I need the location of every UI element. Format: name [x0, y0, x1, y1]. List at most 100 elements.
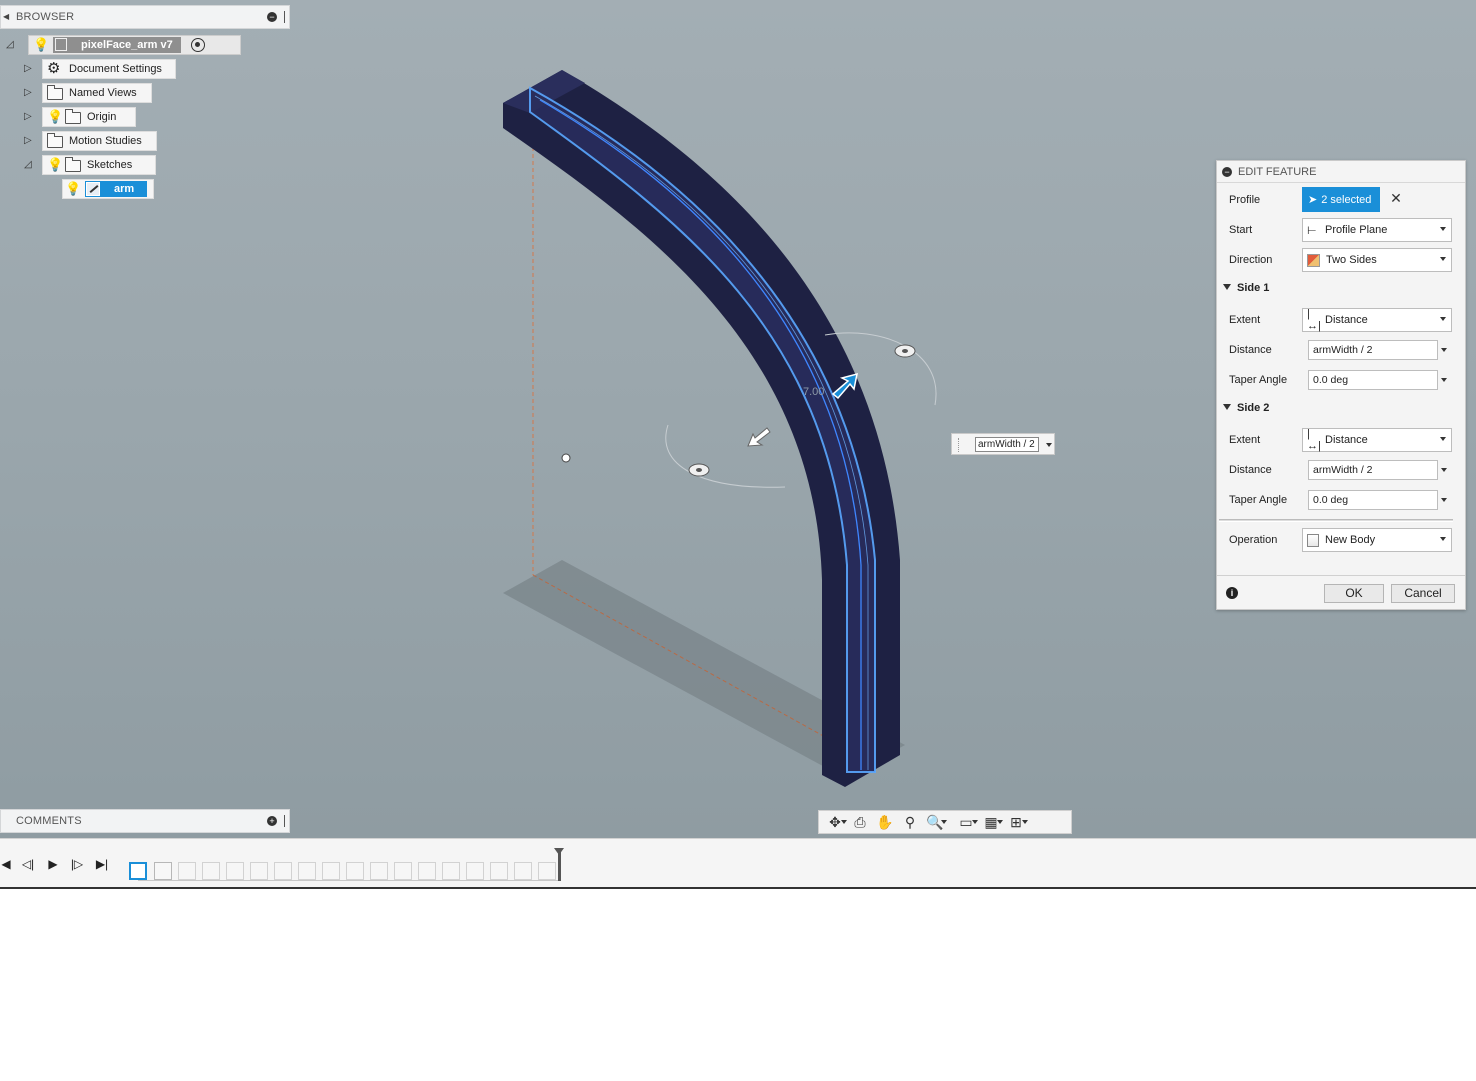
comments-header[interactable]: COMMENTS +: [0, 809, 290, 833]
add-comment-icon[interactable]: +: [267, 816, 277, 826]
play-icon[interactable]: ▶: [45, 856, 61, 872]
tree-root[interactable]: ◿ 💡 pixelFace_arm v7: [6, 35, 241, 55]
start-select[interactable]: ⊢ Profile Plane: [1302, 218, 1452, 242]
expand-triangle-icon[interactable]: ▷: [24, 135, 36, 147]
side1-taper-input[interactable]: 0.0 deg: [1308, 370, 1438, 390]
side2-taper-input[interactable]: 0.0 deg: [1308, 490, 1438, 510]
ok-button[interactable]: OK: [1324, 584, 1384, 603]
visibility-bulb-icon[interactable]: 💡: [47, 109, 63, 125]
collapse-section-icon[interactable]: [1223, 404, 1231, 410]
collapse-section-icon[interactable]: [1223, 284, 1231, 290]
side2-extent-select[interactable]: |↔| Distance: [1302, 428, 1452, 452]
visibility-bulb-icon[interactable]: 💡: [47, 157, 63, 173]
sketch-point[interactable]: [561, 453, 571, 463]
tree-item-sketches[interactable]: ◿ 💡 Sketches: [24, 155, 156, 175]
visibility-bulb-icon[interactable]: 💡: [65, 181, 81, 197]
side1-distance-row: Distance armWidth / 2: [1217, 336, 1467, 364]
side2-section-header[interactable]: Side 2: [1217, 396, 1467, 424]
folder-icon: [47, 133, 63, 148]
direction-value: Two Sides: [1326, 254, 1377, 266]
panel-grip-icon[interactable]: [284, 11, 286, 23]
root-component-label: pixelFace_arm v7: [81, 39, 173, 51]
side1-section-header[interactable]: Side 1: [1217, 276, 1467, 304]
browser-title: BROWSER: [16, 11, 75, 23]
dropdown-caret-icon[interactable]: [1441, 468, 1447, 472]
clear-selection-icon[interactable]: ✕: [1389, 191, 1403, 205]
display-settings-button[interactable]: ▭: [954, 812, 978, 832]
side2-title: Side 2: [1237, 402, 1270, 414]
activate-radio-icon[interactable]: [191, 38, 205, 52]
collapse-triangle-icon[interactable]: ◿: [6, 39, 18, 51]
direction-row: Direction Two Sides: [1217, 246, 1467, 274]
browser-header[interactable]: ◀ BROWSER −: [0, 5, 290, 29]
dialog-header[interactable]: − EDIT FEATURE: [1217, 161, 1465, 183]
dialog-divider: [1219, 519, 1453, 522]
panel-grip-icon[interactable]: [284, 815, 286, 827]
expand-triangle-icon[interactable]: ▷: [24, 87, 36, 99]
pan-button[interactable]: ✋: [873, 812, 897, 832]
go-to-start-icon[interactable]: ◀: [0, 856, 14, 872]
zoom-button[interactable]: ⚲: [898, 812, 922, 832]
cancel-button[interactable]: Cancel: [1391, 584, 1455, 603]
tree-item-label: Origin: [87, 111, 117, 123]
dropdown-caret-icon: [1440, 227, 1446, 231]
drag-grip-icon[interactable]: [958, 438, 960, 452]
folder-icon: [65, 157, 81, 172]
side2-arrow-handle[interactable]: [747, 427, 771, 447]
dropdown-caret-icon[interactable]: [1046, 443, 1052, 447]
orbit-button[interactable]: ✥: [823, 812, 847, 832]
step-forward-icon[interactable]: |▷: [69, 856, 85, 872]
3d-viewport[interactable]: 7.00 ◀ BROWSER − ◿ 💡 pixelFace_arm v7 ▷ …: [0, 0, 1476, 838]
direction-select[interactable]: Two Sides: [1302, 248, 1452, 272]
collapse-arrow-icon[interactable]: ◀: [3, 12, 9, 21]
visibility-bulb-icon[interactable]: 💡: [33, 37, 49, 53]
collapse-triangle-icon[interactable]: ◿: [24, 159, 36, 171]
info-icon[interactable]: i: [1226, 587, 1238, 599]
dimension-input-box[interactable]: armWidth / 2: [951, 433, 1055, 455]
profile-selection-button[interactable]: ➤ 2 selected: [1302, 187, 1380, 212]
operation-select[interactable]: New Body: [1302, 528, 1452, 552]
viewports-button[interactable]: ⊞: [1004, 812, 1028, 832]
timeline-track[interactable]: [128, 847, 568, 883]
dimension-input-field[interactable]: armWidth / 2: [975, 437, 1039, 452]
angle-handle[interactable]: [688, 463, 710, 477]
grid-button[interactable]: ▦: [979, 812, 1003, 832]
dropdown-caret-icon[interactable]: [1441, 348, 1447, 352]
side2-extent-label: Extent: [1229, 434, 1261, 446]
tree-item-label: Motion Studies: [69, 135, 142, 147]
side1-extent-select[interactable]: |↔| Distance: [1302, 308, 1452, 332]
tree-item-label: Named Views: [69, 87, 137, 99]
sketch-label: arm: [114, 183, 135, 195]
sketch-icon: [86, 182, 100, 196]
expand-triangle-icon[interactable]: ▷: [24, 111, 36, 123]
tree-item-motion-studies[interactable]: ▷ Motion Studies: [24, 131, 157, 151]
dimension-ghost-label: 7.00: [803, 386, 824, 398]
side1-distance-input[interactable]: armWidth / 2: [1308, 340, 1438, 360]
display-monitor-icon: ▭: [959, 813, 973, 830]
expand-triangle-icon[interactable]: ▷: [24, 63, 36, 75]
side1-title: Side 1: [1237, 282, 1270, 294]
navigation-toolbar: ✥ ⎙ ✋ ⚲ 🔍 ▭ ▦ ⊞: [818, 810, 1072, 834]
collapse-dialog-icon[interactable]: −: [1222, 166, 1232, 177]
timeline-marker-handle[interactable]: [554, 848, 564, 881]
tree-item-origin[interactable]: ▷ 💡 Origin: [24, 107, 136, 127]
dialog-footer-divider: [1217, 575, 1465, 576]
tree-item-document-settings[interactable]: ▷ ⚙ Document Settings: [24, 59, 176, 79]
look-at-button[interactable]: ⎙: [848, 812, 872, 832]
fusion-app: 7.00 ◀ BROWSER − ◿ 💡 pixelFace_arm v7 ▷ …: [0, 0, 1476, 1081]
side2-extent-value: Distance: [1325, 434, 1368, 446]
minimize-icon[interactable]: −: [267, 12, 277, 22]
fit-button[interactable]: 🔍: [923, 812, 947, 832]
go-to-end-icon[interactable]: ▶|: [94, 856, 110, 872]
angle-handle[interactable]: [894, 344, 916, 358]
folder-icon: [47, 85, 63, 100]
tree-item-sketch-arm[interactable]: 💡 arm: [62, 179, 154, 199]
dropdown-caret-icon[interactable]: [1441, 378, 1447, 382]
gear-icon: ⚙: [47, 60, 61, 77]
dialog-title: EDIT FEATURE: [1238, 165, 1317, 178]
step-back-icon[interactable]: ◁|: [20, 856, 36, 872]
look-at-icon: ⎙: [854, 813, 866, 830]
dropdown-caret-icon[interactable]: [1441, 498, 1447, 502]
tree-item-named-views[interactable]: ▷ Named Views: [24, 83, 152, 103]
side2-distance-input[interactable]: armWidth / 2: [1308, 460, 1438, 480]
